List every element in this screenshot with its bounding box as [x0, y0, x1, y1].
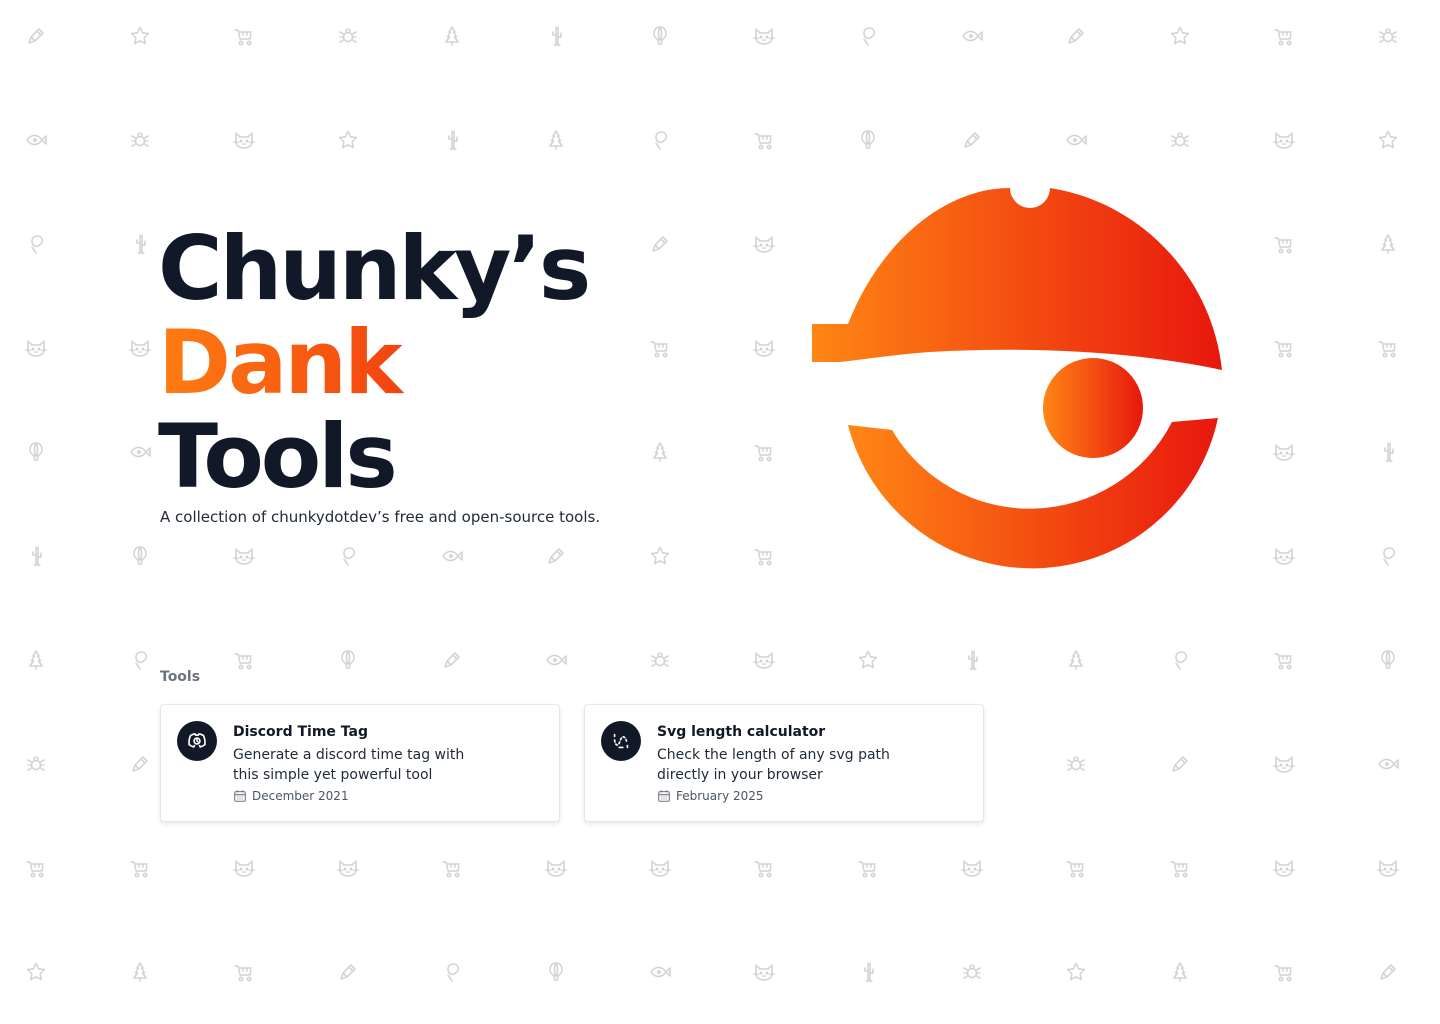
logo-cap [812, 188, 1222, 370]
tool-card-title: Discord Time Tag [233, 724, 368, 740]
tools-list: Discord Time Tag Generate a discord time… [160, 704, 984, 822]
tool-card-svg-length-calculator[interactable]: Svg length calculator Check the length o… [584, 704, 984, 822]
calendar-icon [234, 790, 246, 802]
chunky-logo-icon [812, 188, 1222, 569]
hero-title: Chunky’s Dank Tools [158, 217, 591, 508]
hero-title-line-1: Chunky’s [158, 217, 591, 320]
tool-card-discord-time-tag[interactable]: Discord Time Tag Generate a discord time… [160, 704, 560, 822]
tool-card-title: Svg length calculator [657, 724, 826, 740]
logo-eye [1043, 358, 1143, 458]
tool-card-date: December 2021 [233, 787, 483, 805]
tool-card-date-text: December 2021 [252, 789, 349, 803]
tool-card-description: Generate a discord time tag with this si… [233, 747, 465, 783]
discord-clock-icon [177, 721, 217, 761]
hero-title-accent-line: Dank [158, 316, 588, 410]
tool-card-date-text: February 2025 [676, 789, 764, 803]
tools-section-label: Tools [160, 669, 201, 685]
hero-subtitle: A collection of chunkydotdev’s free and … [160, 508, 601, 526]
tool-card-date: February 2025 [657, 787, 907, 805]
svg-path-icon [601, 721, 641, 761]
page: Chunky’s Dank Tools A collection of chun… [0, 0, 1440, 1024]
tool-card-description: Check the length of any svg path directl… [657, 747, 890, 783]
logo-smile [848, 418, 1218, 569]
hero-title-line-3: Tools [158, 405, 398, 508]
calendar-icon [658, 790, 670, 802]
